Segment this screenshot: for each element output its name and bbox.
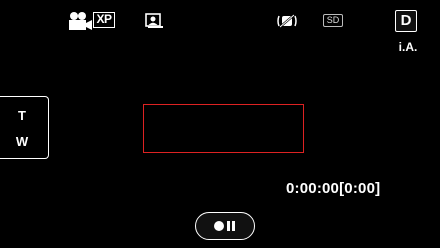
zoom-wide-button[interactable]: W [0, 134, 46, 149]
record-pause-button[interactable] [195, 212, 255, 240]
image-stabilizer-icon [277, 13, 297, 29]
display-mode-button[interactable]: D [395, 10, 417, 32]
zoom-tele-button[interactable]: T [0, 108, 46, 123]
zoom-control[interactable]: T W [0, 96, 49, 159]
video-quality-badge: XP [93, 12, 115, 28]
video-camera-icon [67, 11, 93, 31]
record-pause-icon [214, 221, 235, 231]
sd-card-badge: SD [323, 14, 343, 27]
camera-viewfinder: XP SD D i.A. T W 0:00:00[0:00] [0, 0, 440, 248]
user-button-icon[interactable] [145, 13, 164, 29]
recording-time-counter: 0:00:00[0:00] [286, 180, 381, 197]
intelligent-auto-label[interactable]: i.A. [392, 40, 424, 54]
face-detection-frame [143, 104, 304, 153]
